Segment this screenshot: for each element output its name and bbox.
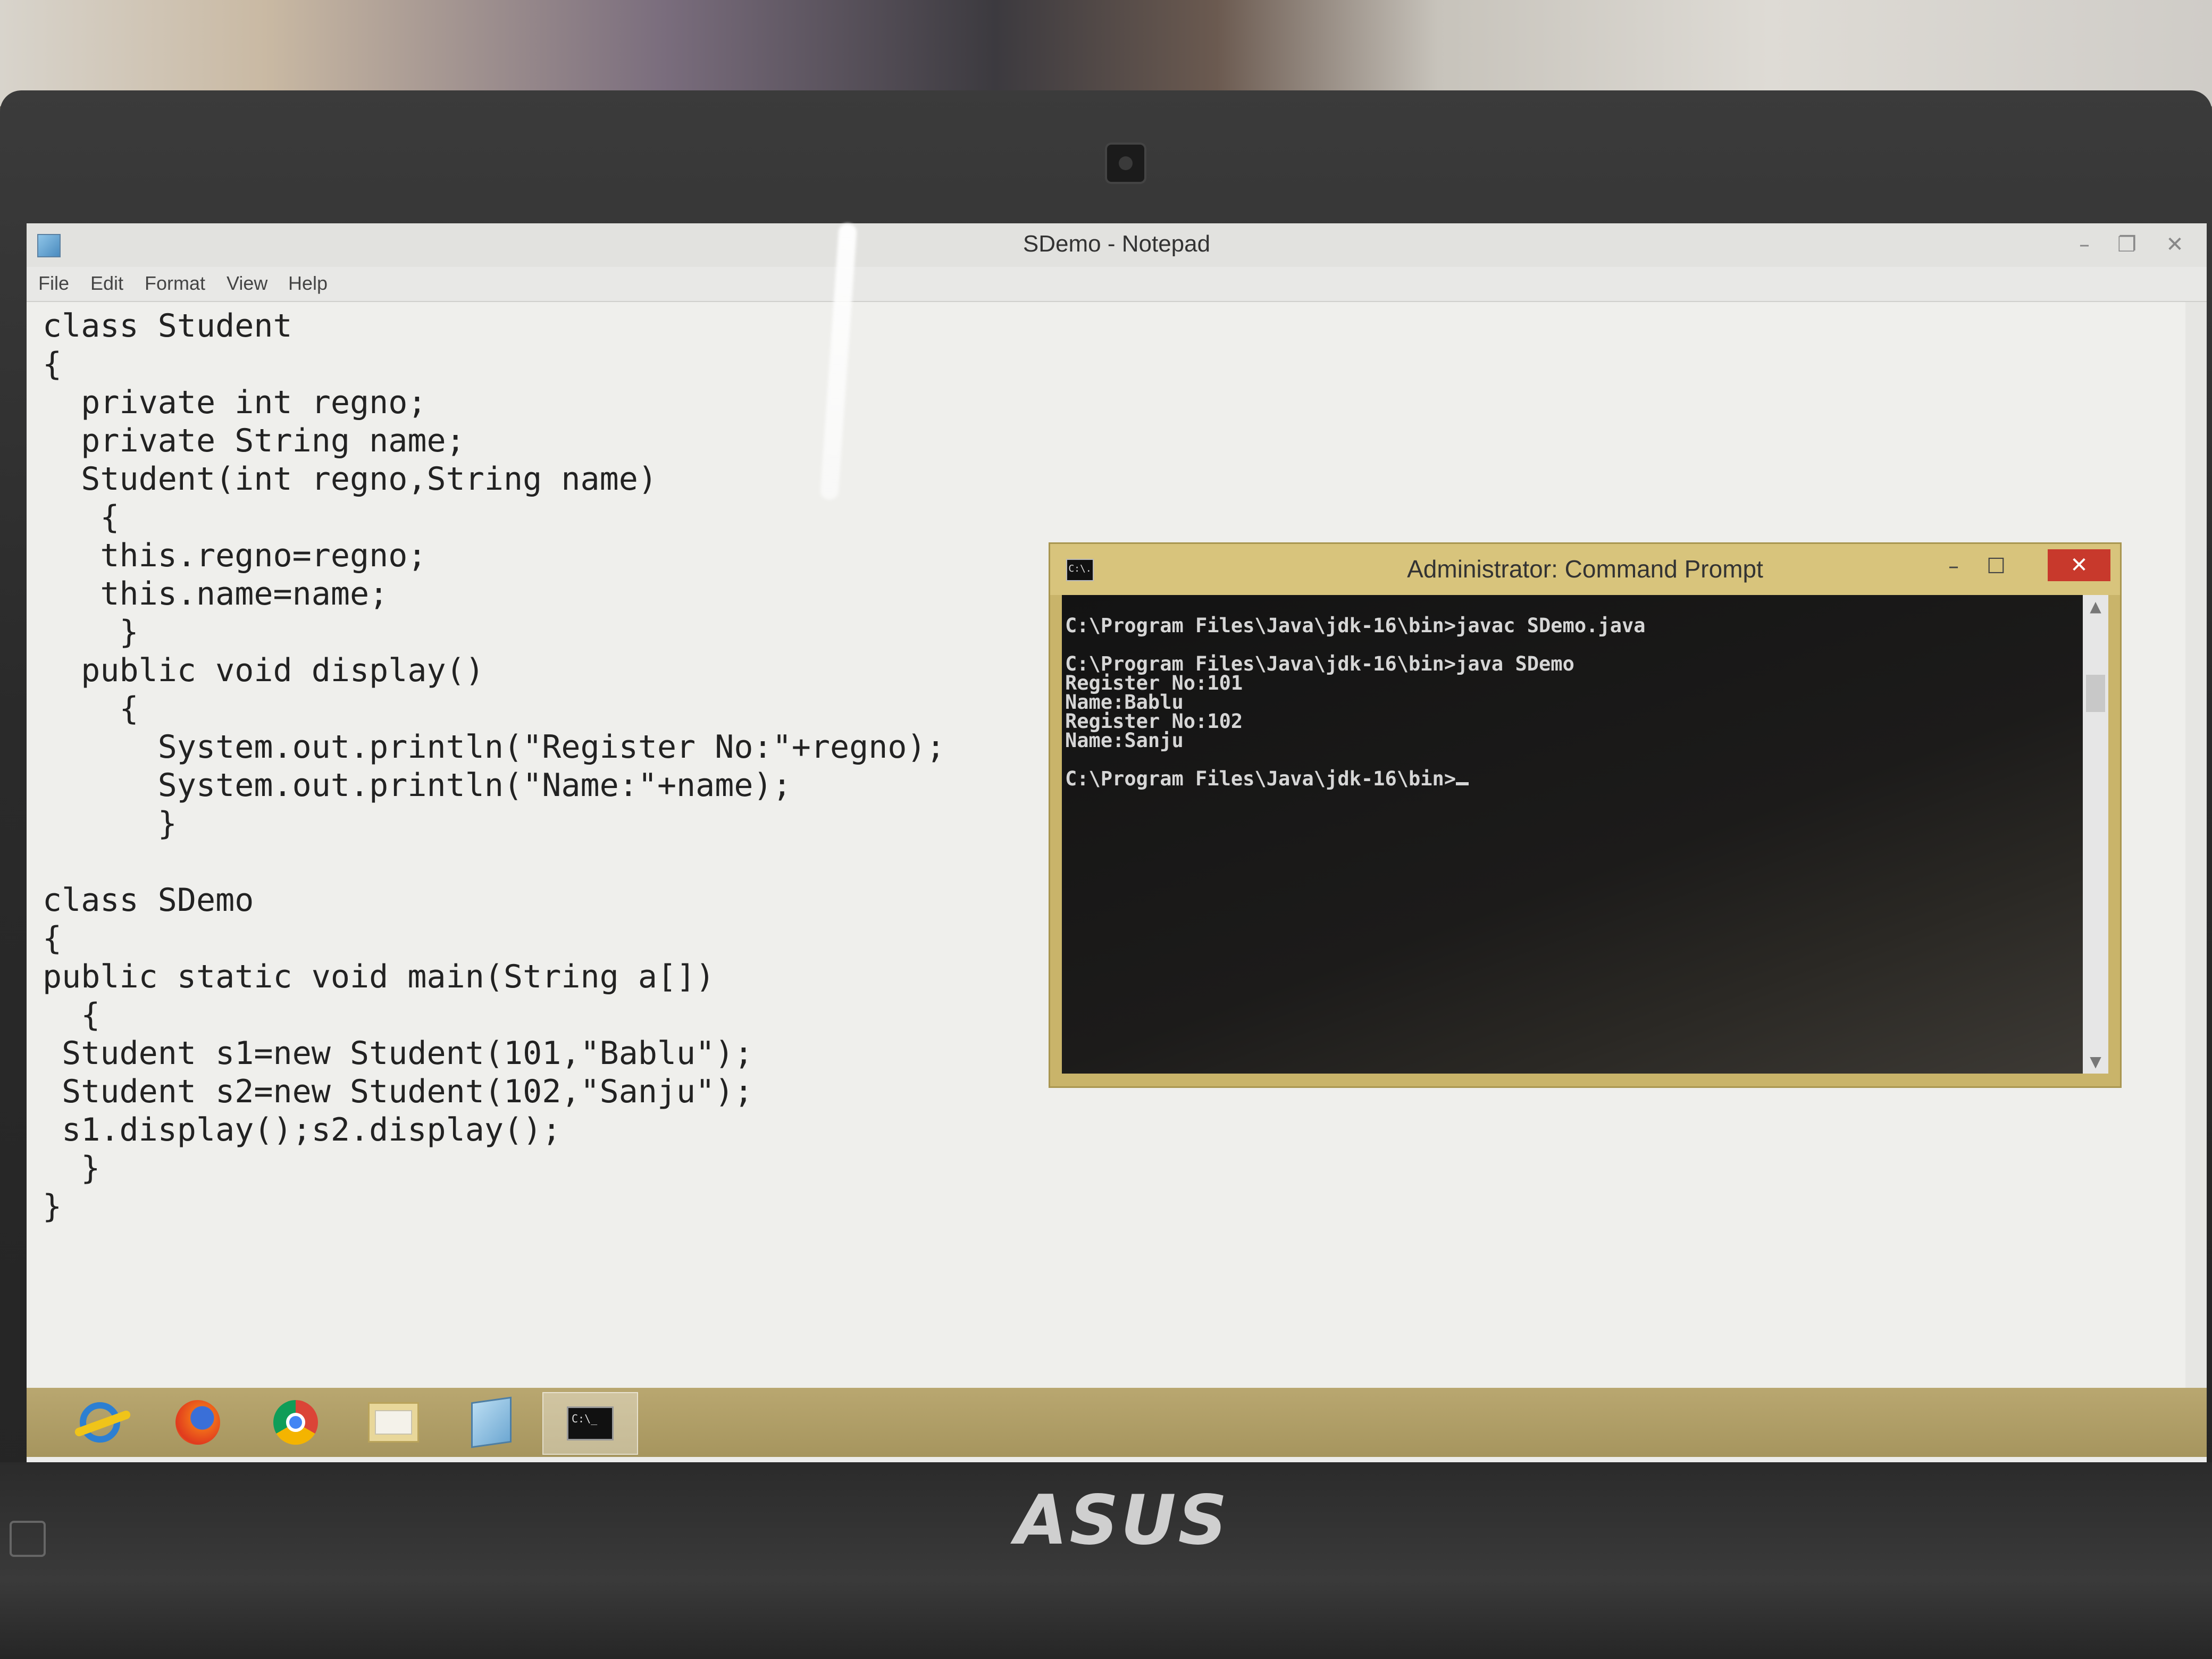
code-line: System.out.println("Name:"+name); <box>43 767 792 804</box>
power-led-icon <box>10 1521 46 1557</box>
taskbar-command-prompt[interactable]: C:\_ <box>542 1392 638 1455</box>
code-line: private String name; <box>43 422 465 459</box>
code-line: { <box>43 499 120 536</box>
cmd-scrollbar[interactable]: ▲ ▼ <box>2083 595 2108 1074</box>
code-line: { <box>43 690 139 727</box>
code-line: Student(int regno,String name) <box>43 460 657 498</box>
code-line: } <box>43 1188 62 1225</box>
file-explorer-icon <box>368 1402 419 1443</box>
code-line: class Student <box>43 307 292 345</box>
notepad-maximize-button[interactable]: ❐ <box>2100 230 2154 259</box>
notepad-title: SDemo - Notepad <box>1023 231 1211 257</box>
brand-logo: ASUS <box>1015 1481 1229 1560</box>
taskbar-notepad[interactable] <box>445 1392 538 1453</box>
notepad-icon <box>471 1396 512 1448</box>
cmd-line: C:\Program Files\Java\jdk-16\bin>javac S… <box>1065 614 1646 637</box>
notepad-close-button[interactable]: ✕ <box>2148 230 2201 259</box>
code-line: public void display() <box>43 652 484 689</box>
internet-explorer-icon <box>80 1402 120 1443</box>
chrome-icon <box>273 1400 318 1445</box>
code-line: } <box>43 1150 100 1187</box>
code-line: { <box>43 920 62 957</box>
code-line: class SDemo <box>43 882 254 919</box>
screen: SDemo - Notepad – ❐ ✕ File Edit Format V… <box>27 223 2207 1462</box>
webcam <box>1105 143 1146 184</box>
scroll-up-arrow-icon[interactable]: ▲ <box>2083 595 2108 618</box>
cmd-close-button[interactable]: ✕ <box>2048 549 2110 581</box>
cmd-cursor <box>1456 782 1469 785</box>
scroll-down-arrow-icon[interactable]: ▼ <box>2083 1050 2108 1074</box>
code-line: public static void main(String a[]) <box>43 958 715 995</box>
menu-help[interactable]: Help <box>288 272 328 295</box>
code-line: } <box>43 805 177 842</box>
cmd-line: Name:Sanju <box>1065 729 1184 752</box>
cmd-scroll-thumb[interactable] <box>2086 675 2105 712</box>
code-line: this.regno=regno; <box>43 537 427 574</box>
menu-view[interactable]: View <box>227 272 267 295</box>
cmd-titlebar[interactable]: C:\. Administrator: Command Prompt – ☐ ✕ <box>1050 544 2120 595</box>
notepad-scrollbar[interactable] <box>2185 302 2207 1397</box>
code-line: private int regno; <box>43 384 427 421</box>
code-line: } <box>43 614 139 651</box>
notepad-titlebar[interactable]: SDemo - Notepad – ❐ ✕ <box>27 223 2207 267</box>
code-line: this.name=name; <box>43 575 389 613</box>
cmd-console[interactable]: C:\Program Files\Java\jdk-16\bin>javac S… <box>1062 595 2093 1074</box>
menu-edit[interactable]: Edit <box>90 272 123 295</box>
command-prompt-window[interactable]: C:\. Administrator: Command Prompt – ☐ ✕… <box>1049 542 2122 1088</box>
code-line: { <box>43 996 100 1034</box>
code-line: Student s1=new Student(101,"Bablu"); <box>43 1035 753 1072</box>
firefox-icon <box>175 1400 220 1445</box>
taskbar-internet-explorer[interactable] <box>53 1392 147 1453</box>
cmd-minimize-button[interactable]: – <box>1933 551 1974 581</box>
command-prompt-icon: C:\_ <box>567 1406 614 1440</box>
code-line: { <box>43 346 62 383</box>
cmd-maximize-button[interactable]: ☐ <box>1975 551 2017 581</box>
cmd-prompt-line: C:\Program Files\Java\jdk-16\bin> <box>1065 767 1469 790</box>
code-line: Student s2=new Student(102,"Sanju"); <box>43 1073 753 1110</box>
code-line: System.out.println("Register No:"+regno)… <box>43 728 945 766</box>
taskbar: C:\_ <box>27 1388 2207 1457</box>
taskbar-chrome[interactable] <box>249 1392 342 1453</box>
taskbar-file-explorer[interactable] <box>347 1392 440 1453</box>
menu-format[interactable]: Format <box>145 272 205 295</box>
cmd-prompt-text: C:\Program Files\Java\jdk-16\bin> <box>1065 767 1456 790</box>
code-line: s1.display();s2.display(); <box>43 1111 562 1149</box>
notepad-menubar: File Edit Format View Help <box>27 267 2207 302</box>
menu-file[interactable]: File <box>38 272 69 295</box>
taskbar-firefox[interactable] <box>151 1392 245 1453</box>
